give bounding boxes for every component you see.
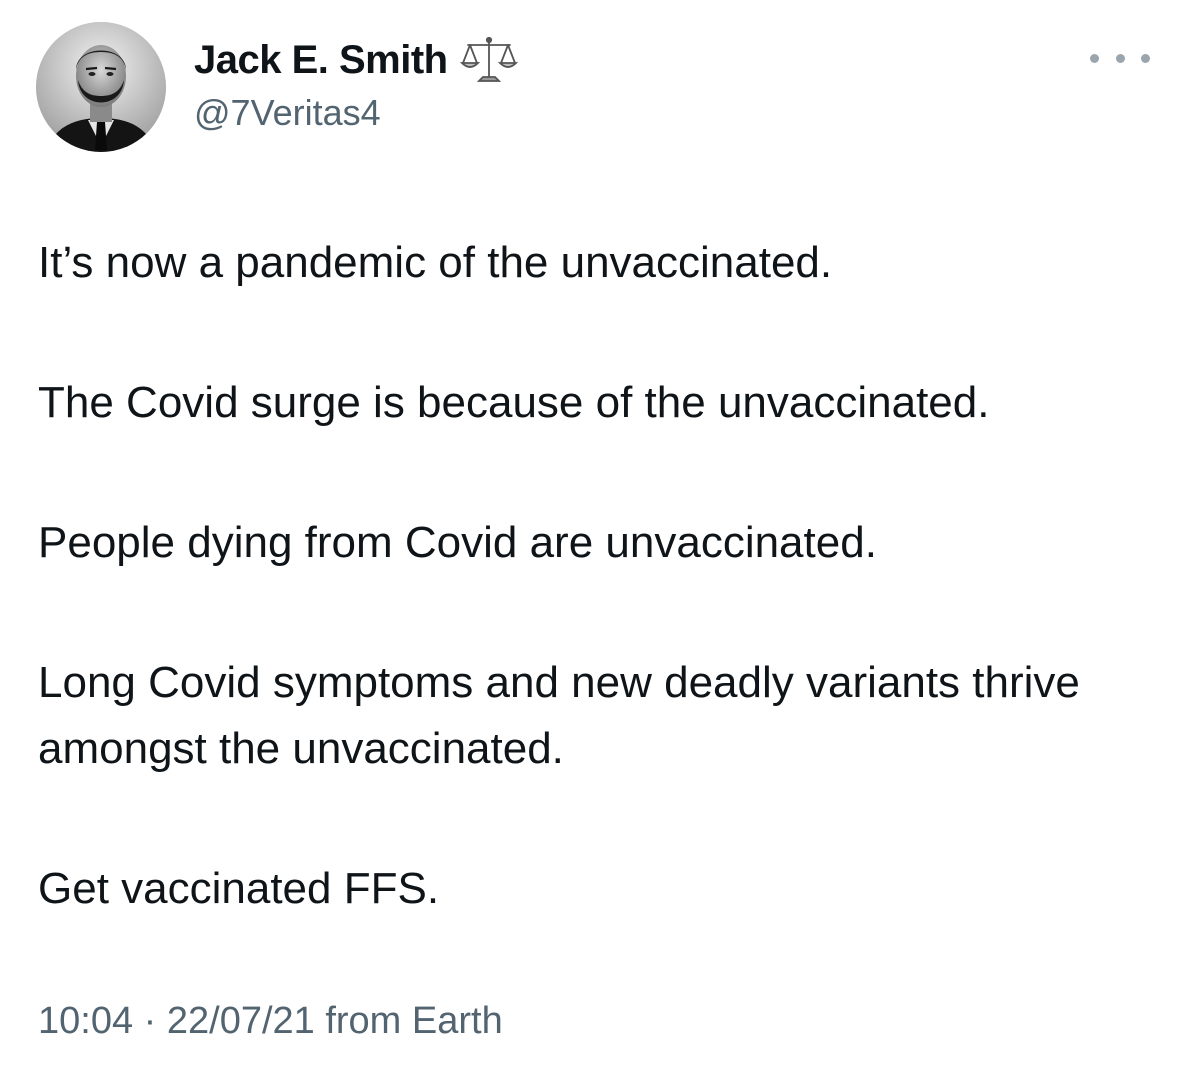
author-name-row: Jack E. Smith <box>194 34 518 86</box>
tweet-paragraph: Get vaccinated FFS. <box>38 864 440 913</box>
author-display-name[interactable]: Jack E. Smith <box>194 38 448 83</box>
more-options-button[interactable] <box>1090 44 1150 72</box>
avatar[interactable] <box>36 22 166 152</box>
tweet-paragraph: It’s now a pandemic of the unvaccinated. <box>38 238 833 287</box>
tweet: Jack E. Smith @7Veritas4 It’s now a pand… <box>0 0 1179 1068</box>
author-handle[interactable]: @7Veritas4 <box>194 92 381 134</box>
tweet-body: It’s now a pandemic of the unvaccinated.… <box>38 230 1148 922</box>
tweet-paragraph: The Covid surge is because of the unvacc… <box>38 378 990 427</box>
more-dots-icon <box>1141 53 1150 63</box>
scales-icon <box>459 36 518 82</box>
more-dots-icon <box>1090 53 1099 63</box>
more-dots-icon <box>1115 53 1125 63</box>
tweet-paragraph: People dying from Covid are unvaccinated… <box>38 518 877 567</box>
avatar-photo <box>36 22 166 152</box>
tweet-paragraph: Long Covid symptoms and new deadly varia… <box>38 658 1080 773</box>
tweet-timestamp[interactable]: 10:04 · 22/07/21 from Earth <box>38 1000 503 1043</box>
